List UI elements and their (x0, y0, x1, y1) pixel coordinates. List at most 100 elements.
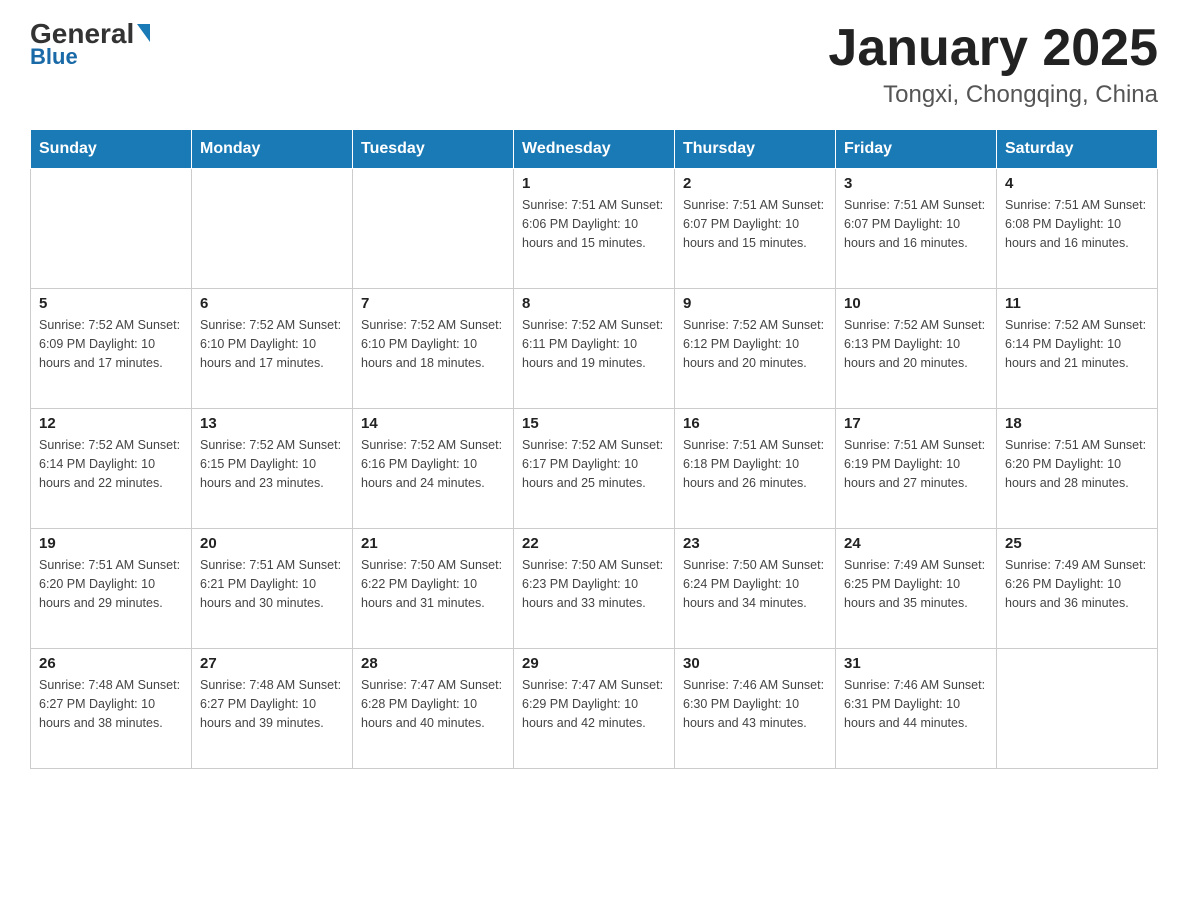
day-number: 18 (1005, 415, 1149, 432)
day-info: Sunrise: 7:52 AM Sunset: 6:14 PM Dayligh… (1005, 316, 1149, 372)
day-info: Sunrise: 7:46 AM Sunset: 6:30 PM Dayligh… (683, 676, 827, 732)
table-row: 21 Sunrise: 7:50 AM Sunset: 6:22 PM Dayli… (353, 529, 514, 649)
table-row: 10 Sunrise: 7:52 AM Sunset: 6:13 PM Dayli… (836, 289, 997, 409)
day-info: Sunrise: 7:52 AM Sunset: 6:11 PM Dayligh… (522, 316, 666, 372)
day-info: Sunrise: 7:51 AM Sunset: 6:18 PM Dayligh… (683, 436, 827, 492)
day-info: Sunrise: 7:51 AM Sunset: 6:19 PM Dayligh… (844, 436, 988, 492)
table-row: 29Sunrise: 7:47 AM Sunset: 6:29 PM Dayli… (514, 649, 675, 769)
day-number: 7 (361, 295, 505, 312)
day-number: 11 (1005, 295, 1149, 312)
table-row: 12 Sunrise: 7:52 AM Sunset: 6:14 PM Dayli… (31, 409, 192, 529)
table-row: 4 Sunrise: 7:51 AM Sunset: 6:08 PM Daylig… (997, 169, 1158, 289)
calendar-table: Sunday Monday Tuesday Wednesday Thursday… (30, 129, 1158, 769)
day-number: 28 (361, 655, 505, 672)
table-row: 25Sunrise: 7:49 AM Sunset: 6:26 PM Dayli… (997, 529, 1158, 649)
table-row: 26 Sunrise: 7:48 AM Sunset: 6:27 PM Dayli… (31, 649, 192, 769)
table-row: 20 Sunrise: 7:51 AM Sunset: 6:21 PM Dayli… (192, 529, 353, 649)
day-number: 1 (522, 175, 666, 192)
day-number: 16 (683, 415, 827, 432)
day-number: 4 (1005, 175, 1149, 192)
table-row: 9 Sunrise: 7:52 AM Sunset: 6:12 PM Daylig… (675, 289, 836, 409)
day-number: 12 (39, 415, 183, 432)
day-info: Sunrise: 7:51 AM Sunset: 6:21 PM Dayligh… (200, 556, 344, 612)
day-info: Sunrise: 7:52 AM Sunset: 6:17 PM Dayligh… (522, 436, 666, 492)
day-number: 29 (522, 655, 666, 672)
table-row: 5Sunrise: 7:52 AM Sunset: 6:09 PM Daylig… (31, 289, 192, 409)
table-row (353, 169, 514, 289)
col-saturday: Saturday (997, 130, 1158, 169)
day-info: Sunrise: 7:51 AM Sunset: 6:08 PM Dayligh… (1005, 196, 1149, 252)
table-row: 6Sunrise: 7:52 AM Sunset: 6:10 PM Daylig… (192, 289, 353, 409)
table-row: 16 Sunrise: 7:51 AM Sunset: 6:18 PM Dayli… (675, 409, 836, 529)
day-number: 14 (361, 415, 505, 432)
day-number: 2 (683, 175, 827, 192)
day-number: 8 (522, 295, 666, 312)
table-row: 24 Sunrise: 7:49 AM Sunset: 6:25 PM Dayli… (836, 529, 997, 649)
day-number: 23 (683, 535, 827, 552)
calendar-week-row: 19 Sunrise: 7:51 AM Sunset: 6:20 PM Dayli… (31, 529, 1158, 649)
table-row: 30 Sunrise: 7:46 AM Sunset: 6:30 PM Dayli… (675, 649, 836, 769)
col-wednesday: Wednesday (514, 130, 675, 169)
day-info: Sunrise: 7:49 AM Sunset: 6:25 PM Dayligh… (844, 556, 988, 612)
col-friday: Friday (836, 130, 997, 169)
table-row (192, 169, 353, 289)
day-info: Sunrise: 7:48 AM Sunset: 6:27 PM Dayligh… (39, 676, 183, 732)
day-number: 3 (844, 175, 988, 192)
day-info: Sunrise: 7:51 AM Sunset: 6:07 PM Dayligh… (844, 196, 988, 252)
day-number: 15 (522, 415, 666, 432)
table-row: 2Sunrise: 7:51 AM Sunset: 6:07 PM Daylig… (675, 169, 836, 289)
table-row: 19 Sunrise: 7:51 AM Sunset: 6:20 PM Dayli… (31, 529, 192, 649)
table-row (31, 169, 192, 289)
table-row: 28 Sunrise: 7:47 AM Sunset: 6:28 PM Dayli… (353, 649, 514, 769)
table-row: 11 Sunrise: 7:52 AM Sunset: 6:14 PM Dayli… (997, 289, 1158, 409)
day-number: 17 (844, 415, 988, 432)
table-row: 18 Sunrise: 7:51 AM Sunset: 6:20 PM Dayli… (997, 409, 1158, 529)
day-number: 13 (200, 415, 344, 432)
day-info: Sunrise: 7:52 AM Sunset: 6:10 PM Dayligh… (361, 316, 505, 372)
day-number: 20 (200, 535, 344, 552)
table-row: 13Sunrise: 7:52 AM Sunset: 6:15 PM Dayli… (192, 409, 353, 529)
table-row: 1Sunrise: 7:51 AM Sunset: 6:06 PM Daylig… (514, 169, 675, 289)
day-info: Sunrise: 7:49 AM Sunset: 6:26 PM Dayligh… (1005, 556, 1149, 612)
col-monday: Monday (192, 130, 353, 169)
day-info: Sunrise: 7:52 AM Sunset: 6:12 PM Dayligh… (683, 316, 827, 372)
day-number: 21 (361, 535, 505, 552)
calendar-week-row: 12 Sunrise: 7:52 AM Sunset: 6:14 PM Dayli… (31, 409, 1158, 529)
col-tuesday: Tuesday (353, 130, 514, 169)
title-block: January 2025 Tongxi, Chongqing, China (828, 20, 1158, 109)
table-row (997, 649, 1158, 769)
table-row: 8 Sunrise: 7:52 AM Sunset: 6:11 PM Daylig… (514, 289, 675, 409)
table-row: 23 Sunrise: 7:50 AM Sunset: 6:24 PM Dayli… (675, 529, 836, 649)
day-number: 5 (39, 295, 183, 312)
day-info: Sunrise: 7:51 AM Sunset: 6:20 PM Dayligh… (39, 556, 183, 612)
logo: General Blue (30, 20, 150, 70)
col-thursday: Thursday (675, 130, 836, 169)
logo-blue: Blue (30, 44, 78, 70)
table-row: 15 Sunrise: 7:52 AM Sunset: 6:17 PM Dayli… (514, 409, 675, 529)
day-info: Sunrise: 7:47 AM Sunset: 6:28 PM Dayligh… (361, 676, 505, 732)
day-number: 10 (844, 295, 988, 312)
day-number: 9 (683, 295, 827, 312)
page-header: General Blue January 2025 Tongxi, Chongq… (30, 20, 1158, 109)
day-info: Sunrise: 7:50 AM Sunset: 6:24 PM Dayligh… (683, 556, 827, 612)
day-info: Sunrise: 7:50 AM Sunset: 6:22 PM Dayligh… (361, 556, 505, 612)
table-row: 3 Sunrise: 7:51 AM Sunset: 6:07 PM Daylig… (836, 169, 997, 289)
day-info: Sunrise: 7:52 AM Sunset: 6:16 PM Dayligh… (361, 436, 505, 492)
day-info: Sunrise: 7:50 AM Sunset: 6:23 PM Dayligh… (522, 556, 666, 612)
table-row: 22 Sunrise: 7:50 AM Sunset: 6:23 PM Dayli… (514, 529, 675, 649)
day-info: Sunrise: 7:51 AM Sunset: 6:20 PM Dayligh… (1005, 436, 1149, 492)
day-info: Sunrise: 7:52 AM Sunset: 6:13 PM Dayligh… (844, 316, 988, 372)
calendar-week-row: 5Sunrise: 7:52 AM Sunset: 6:09 PM Daylig… (31, 289, 1158, 409)
table-row: 17 Sunrise: 7:51 AM Sunset: 6:19 PM Dayli… (836, 409, 997, 529)
day-number: 24 (844, 535, 988, 552)
table-row: 14 Sunrise: 7:52 AM Sunset: 6:16 PM Dayli… (353, 409, 514, 529)
day-number: 30 (683, 655, 827, 672)
day-number: 26 (39, 655, 183, 672)
calendar-header-row: Sunday Monday Tuesday Wednesday Thursday… (31, 130, 1158, 169)
calendar-week-row: 1Sunrise: 7:51 AM Sunset: 6:06 PM Daylig… (31, 169, 1158, 289)
table-row: 7 Sunrise: 7:52 AM Sunset: 6:10 PM Daylig… (353, 289, 514, 409)
day-info: Sunrise: 7:52 AM Sunset: 6:14 PM Dayligh… (39, 436, 183, 492)
day-number: 19 (39, 535, 183, 552)
calendar-title: January 2025 (828, 20, 1158, 77)
day-number: 22 (522, 535, 666, 552)
